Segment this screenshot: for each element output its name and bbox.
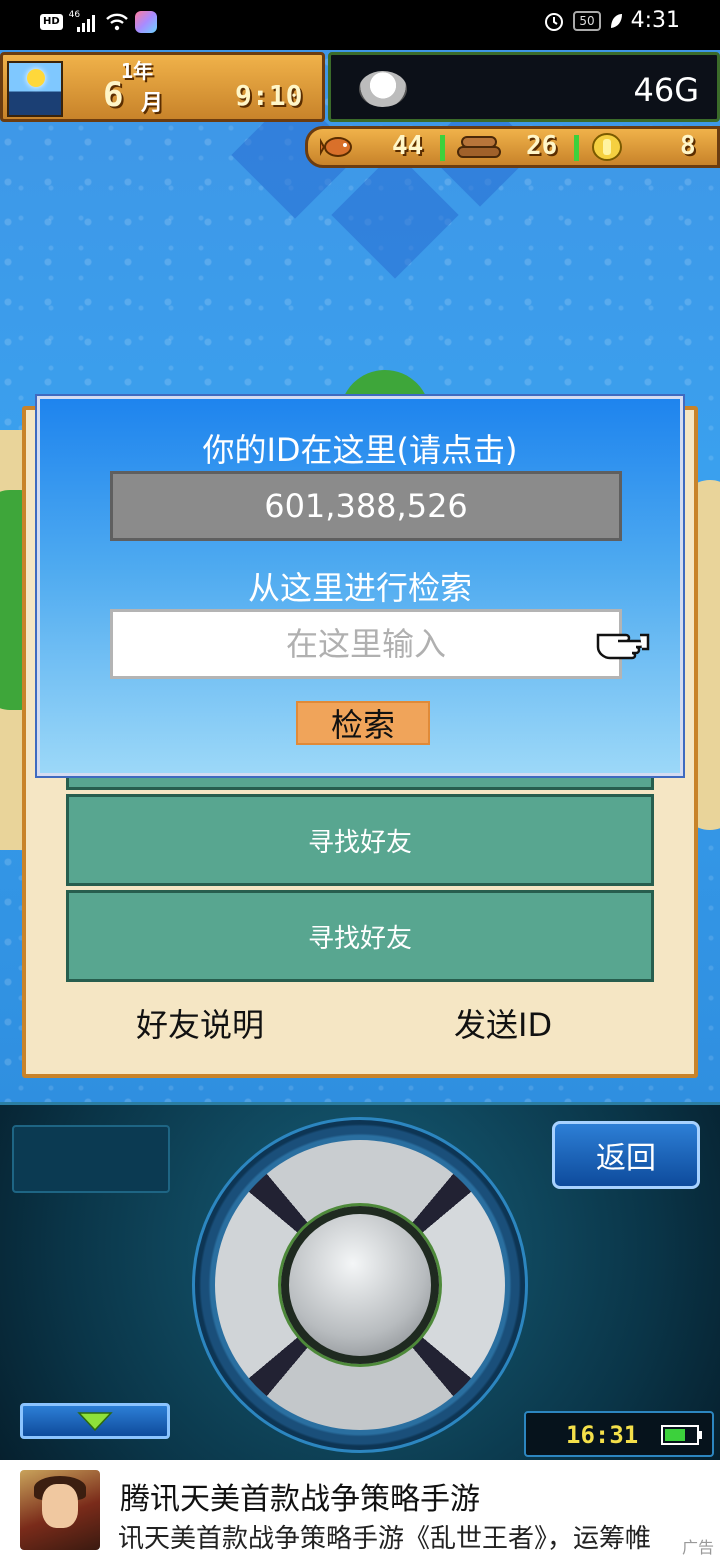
gold-panel[interactable]: 46G [328,52,720,122]
clock: 4:31 [630,8,680,33]
player-id-field[interactable]: 601,388,526 [110,471,622,541]
down-arrow-button[interactable] [20,1403,170,1439]
find-friend-button[interactable]: 寻找好友 [66,794,654,886]
ad-thumbnail [20,1470,100,1550]
pointing-hand-icon [596,633,650,660]
device-time: 16:31 [566,1421,639,1449]
wood-level-bar [574,135,579,161]
fish-level-bar [440,135,445,161]
dpad-center-button[interactable] [281,1206,439,1364]
fish-count: 44 [392,131,424,161]
virtual-controller: 返回 16:31 [0,1102,720,1460]
game-time: 9:10 [235,79,303,112]
alarm-icon [545,12,564,31]
coin-count: 8 [680,131,696,161]
ad-title: 腾讯天美首款战争策略手游 [120,1482,480,1517]
find-friend-button[interactable]: 寻找好友 [66,890,654,982]
search-input[interactable] [110,609,622,679]
battery-icon [661,1425,702,1445]
resource-bar[interactable]: 44 26 8 [305,126,720,168]
device-clock: 16:31 [524,1411,714,1457]
power-saving-icon [610,13,622,28]
status-bar: HD 46 50 4:31 [0,0,720,50]
app-notification-icon [134,11,157,33]
coin-icon [592,133,622,161]
wood-count: 26 [526,131,558,161]
ad-banner[interactable]: 腾讯天美首款战争策略手游 讯天美首款战争策略手游《乱世王者》，运筹帷 广告 [0,1460,720,1560]
triangle-down-icon [77,1412,113,1432]
sun-icon [27,69,45,87]
menu-slot[interactable] [12,1125,170,1193]
ad-label: 广告 [681,1538,714,1557]
shallow-water-tile [331,151,459,279]
search-button[interactable]: 检索 [296,701,430,745]
search-label: 从这里进行检索 [247,569,472,607]
month-number: 6 [103,75,124,115]
dpad[interactable] [192,1117,528,1453]
back-button[interactable]: 返回 [552,1121,700,1189]
wood-icon [457,136,501,158]
fish-icon [320,137,352,157]
battery-status-icon: 50 [573,10,601,31]
ad-description: 讯天美首款战争策略手游《乱世王者》，运筹帷 [118,1524,652,1554]
send-id-button[interactable]: 发送ID [454,1000,552,1046]
weather-thumbnail [7,61,63,117]
friends-list: 寻找好友 寻找好友 [66,750,654,986]
friend-info-button[interactable]: 好友说明 [136,1000,264,1046]
gold-icon [359,71,407,107]
game-map[interactable]: 1年 6 月 9:10 46G 44 26 8 寻找好友 寻找好友 好友说明 发… [0,50,720,1102]
year-label: 1年 [121,59,154,83]
wifi-icon [105,13,128,31]
gold-value: 46G [633,71,699,109]
panel-footer: 好友说明 发送ID [26,1000,694,1060]
month-unit: 月 [141,91,164,116]
date-panel[interactable]: 1年 6 月 9:10 [0,52,325,122]
hd-icon: HD [40,14,63,30]
signal-icon: 46 [69,10,99,34]
dialog-title: 你的ID在这里(请点击) [202,431,518,469]
id-search-dialog: 你的ID在这里(请点击) 601,388,526 从这里进行检索 检索 [35,394,685,778]
